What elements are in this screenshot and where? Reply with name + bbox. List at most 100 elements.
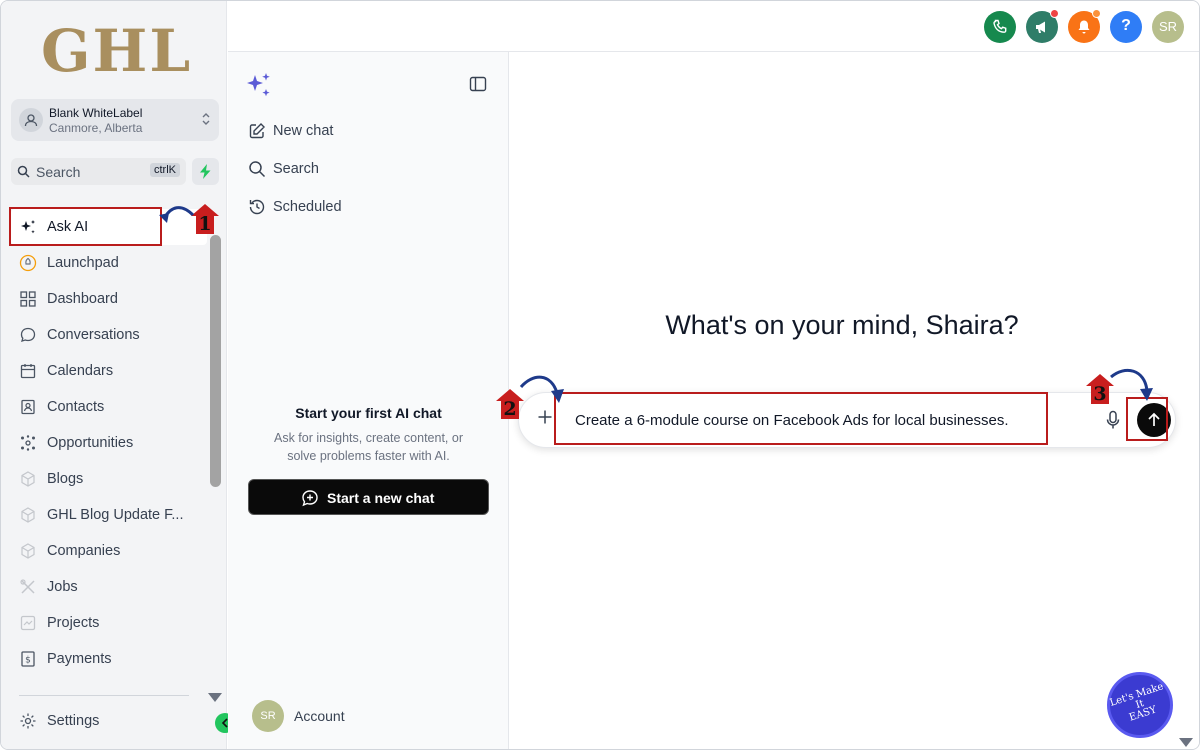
bolt-icon <box>200 164 211 179</box>
cube-icon <box>21 471 35 487</box>
sidebar: GHL Blank WhiteLabel Canmore, Alberta Se… <box>1 1 227 749</box>
sidebar-item-calendars[interactable]: Calendars <box>11 353 207 389</box>
history-clock-icon <box>249 199 265 215</box>
search-label: Search <box>36 164 81 180</box>
contacts-icon <box>21 399 35 415</box>
calendar-icon <box>20 364 36 379</box>
sidebar-item-jobs[interactable]: Jobs <box>11 569 207 605</box>
sidebar-toggle-icon[interactable] <box>469 76 487 92</box>
sidebar-item-conversations[interactable]: Conversations <box>11 317 207 353</box>
opportunities-icon <box>21 435 35 451</box>
microphone-icon[interactable] <box>1105 410 1121 430</box>
svg-text:$: $ <box>25 656 31 666</box>
chat-plus-icon <box>302 490 318 507</box>
scheduled-label: Scheduled <box>273 199 342 215</box>
phone-icon <box>993 19 1007 33</box>
sidebar-item-opportunities[interactable]: Opportunities <box>11 425 207 461</box>
sidebar-item-projects[interactable]: Projects <box>11 605 207 641</box>
app-window: GHL Blank WhiteLabel Canmore, Alberta Se… <box>0 0 1200 750</box>
account-location: Canmore, Alberta <box>49 121 143 135</box>
sidebar-item-label: GHL Blog Update F... <box>47 507 184 523</box>
account-avatar: SR <box>252 700 284 732</box>
sidebar-scrollbar[interactable] <box>210 235 221 487</box>
empty-state-description: Ask for insights, create content, or sol… <box>274 431 463 463</box>
sidebar-item-launchpad[interactable]: Launchpad <box>11 245 207 281</box>
ai-chat-panel: New chat Search Scheduled Start your fir… <box>228 52 509 749</box>
sidebar-item-label: Calendars <box>47 363 114 379</box>
badge-text: Let's Make It EASY <box>1107 681 1173 728</box>
new-chat-link[interactable]: New chat <box>248 120 388 144</box>
highlight-prompt-input <box>554 392 1048 445</box>
top-header: ? SR <box>228 1 1199 52</box>
account-switcher[interactable]: Blank WhiteLabel Canmore, Alberta <box>11 99 219 141</box>
sidebar-item-label: Companies <box>47 543 121 559</box>
sidebar-item-blogs[interactable]: Blogs <box>11 461 207 497</box>
plus-icon[interactable] <box>537 409 553 425</box>
sidebar-item-label: Contacts <box>47 399 105 415</box>
search-icon <box>249 161 266 178</box>
sidebar-item-label: Payments <box>47 651 112 667</box>
search-shortcut: ctrlK <box>150 163 180 177</box>
sidebar-item-contacts[interactable]: Contacts <box>11 389 207 425</box>
sidebar-item-label: Blogs <box>47 471 84 487</box>
quick-actions-button[interactable] <box>192 158 219 185</box>
divider <box>19 695 189 696</box>
sidebar-item-label: Jobs <box>47 579 78 595</box>
sidebar-item-settings[interactable]: Settings <box>11 703 207 739</box>
user-icon <box>24 114 38 127</box>
sidebar-item-companies[interactable]: Companies <box>11 533 207 569</box>
chat-bubble-icon <box>20 327 36 342</box>
rocket-icon <box>19 254 37 272</box>
search-chats-label: Search <box>273 161 319 177</box>
phone-button[interactable] <box>984 11 1016 43</box>
scroll-down-arrow-icon[interactable] <box>208 693 222 702</box>
ai-sparkles-icon <box>247 73 270 97</box>
annotation-arrow-icon <box>519 375 564 403</box>
cube-icon <box>21 507 35 523</box>
lets-make-it-easy-badge[interactable]: Let's Make It EASY <box>1107 672 1173 738</box>
sidebar-nav: Ask AI Launchpad Dashboard Conversations… <box>11 209 207 677</box>
cube-icon <box>21 543 35 559</box>
chevron-updown-icon <box>202 113 210 125</box>
help-icon: ? <box>1121 17 1131 34</box>
start-new-chat-label: Start a new chat <box>327 490 435 506</box>
start-new-chat-button[interactable]: Start a new chat <box>248 479 489 515</box>
grid-icon <box>20 291 36 307</box>
gear-icon <box>20 713 36 729</box>
greeting-heading: What's on your mind, Shaira? <box>665 310 1019 340</box>
sidebar-item-label: Projects <box>47 615 100 631</box>
empty-state-title: Start your first AI chat <box>295 405 442 421</box>
highlight-ask-ai <box>9 207 162 246</box>
help-button[interactable]: ? <box>1110 11 1142 43</box>
search-icon <box>17 165 30 178</box>
bell-icon <box>1078 20 1090 34</box>
sidebar-search[interactable]: Search ctrlK <box>11 158 186 185</box>
sidebar-item-label: Conversations <box>47 327 140 343</box>
sidebar-item-dashboard[interactable]: Dashboard <box>11 281 207 317</box>
account-name: Blank WhiteLabel <box>49 106 143 120</box>
notification-badge <box>1092 9 1101 18</box>
brand-logo: GHL <box>41 17 193 85</box>
sidebar-item-payments[interactable]: $ Payments <box>11 641 207 677</box>
edit-icon <box>249 123 265 139</box>
location-avatar <box>19 108 43 132</box>
projects-icon <box>20 615 36 631</box>
user-avatar[interactable]: SR <box>1152 11 1184 43</box>
scroll-down-arrow-icon[interactable] <box>1179 738 1193 747</box>
payments-icon: $ <box>21 651 35 667</box>
tools-icon <box>20 579 35 594</box>
announcement-badge <box>1050 9 1059 18</box>
sidebar-item-ghl-blog-update[interactable]: GHL Blog Update F... <box>11 497 207 533</box>
search-chats-link[interactable]: Search <box>248 158 388 182</box>
annotation-arrow-icon <box>1110 368 1153 401</box>
settings-label: Settings <box>47 713 100 729</box>
megaphone-icon <box>1036 21 1045 33</box>
new-chat-label: New chat <box>273 123 334 139</box>
annotation-arrow-icon <box>159 206 195 223</box>
sidebar-item-label: Dashboard <box>47 291 118 307</box>
scheduled-link[interactable]: Scheduled <box>248 196 388 220</box>
account-label: Account <box>294 708 345 724</box>
sidebar-item-label: Launchpad <box>47 255 119 271</box>
avatar-initials: SR <box>1158 19 1178 34</box>
sidebar-item-label: Opportunities <box>47 435 134 451</box>
